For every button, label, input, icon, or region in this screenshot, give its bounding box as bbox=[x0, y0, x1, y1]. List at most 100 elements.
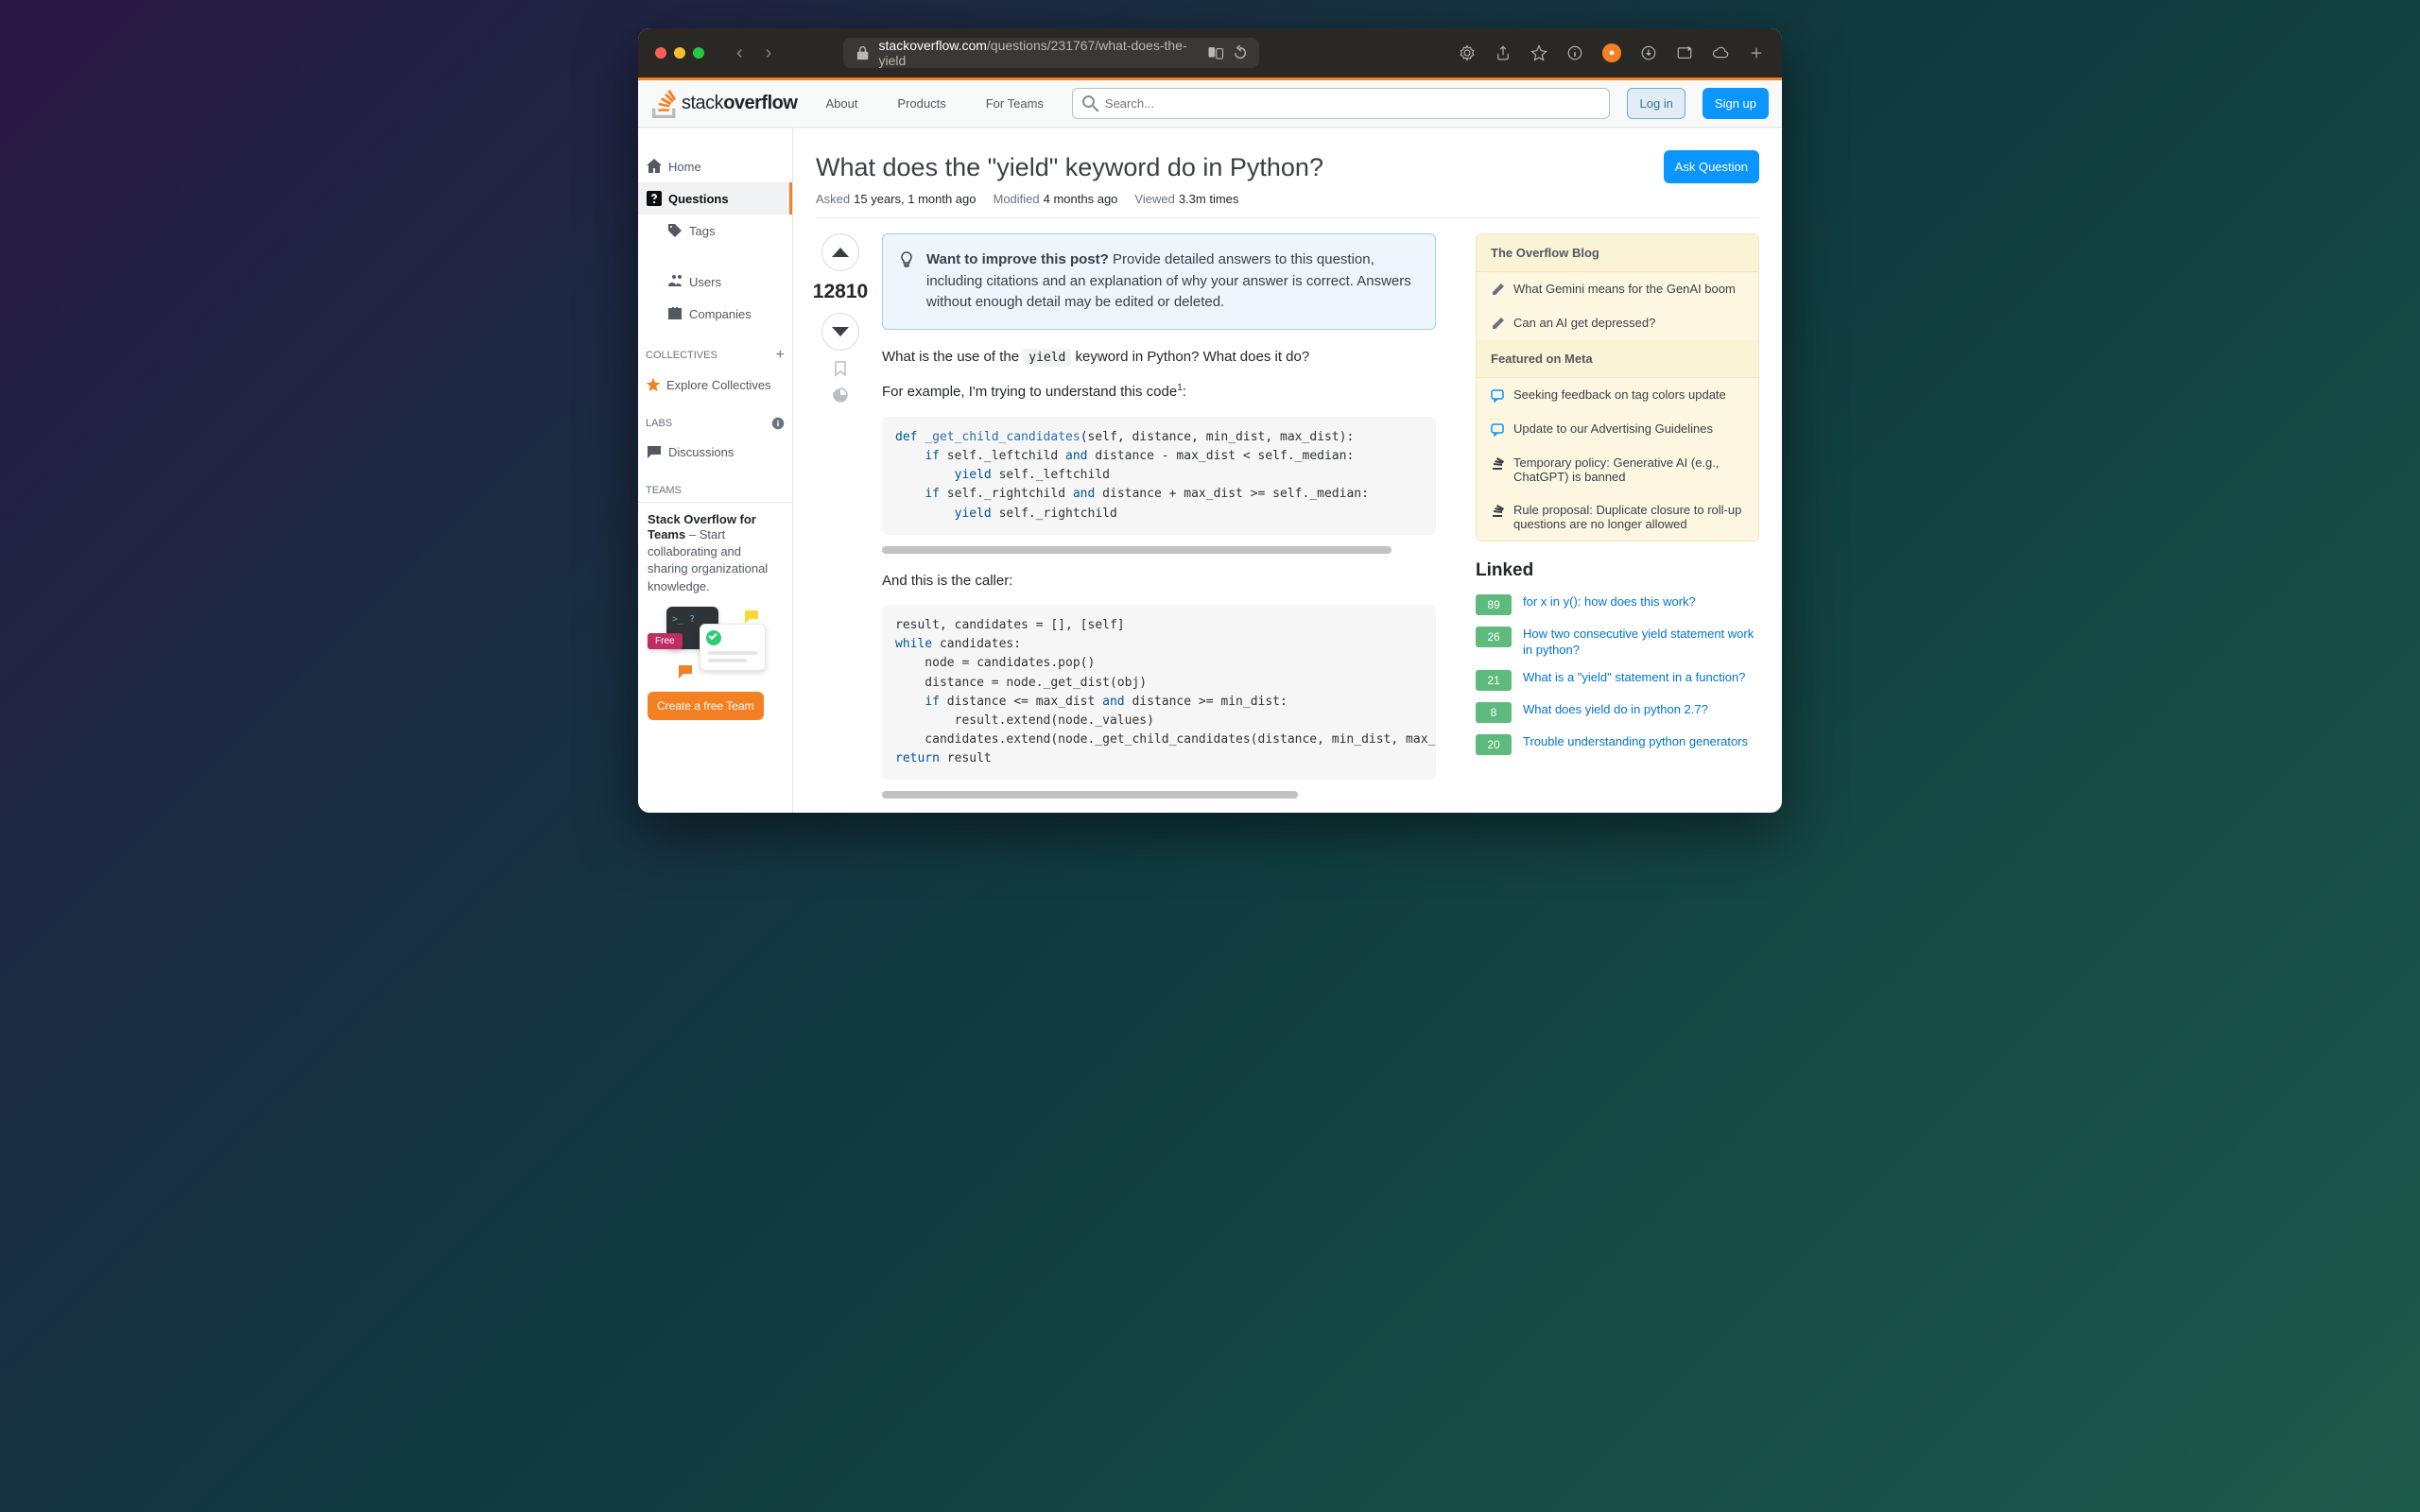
meta-item[interactable]: Seeking feedback on tag colors update bbox=[1477, 378, 1758, 412]
chat-bubble-yellow-icon bbox=[742, 609, 761, 626]
labs-header: LABS bbox=[638, 400, 792, 436]
viewed-value: 3.3m times bbox=[1179, 192, 1239, 206]
chrome-toolbar-icons: ● bbox=[1459, 43, 1765, 62]
asked-label: Asked bbox=[816, 192, 850, 206]
question-meta: Asked15 years, 1 month ago Modified4 mon… bbox=[816, 192, 1759, 218]
linked-score: 8 bbox=[1476, 702, 1512, 723]
sidebar-home[interactable]: Home bbox=[638, 150, 792, 182]
share-icon[interactable] bbox=[1495, 44, 1512, 61]
post-body: Want to improve this post? Provide detai… bbox=[882, 233, 1436, 813]
maximize-window-button[interactable] bbox=[693, 47, 704, 59]
bookmark-icon[interactable] bbox=[832, 360, 849, 377]
forward-button[interactable]: › bbox=[758, 43, 780, 64]
code-block-1: def _get_child_candidates(self, distance… bbox=[882, 417, 1436, 535]
create-team-button[interactable]: Create a free Team bbox=[648, 692, 764, 720]
pencil-icon bbox=[1491, 318, 1504, 331]
plus-icon[interactable] bbox=[1748, 44, 1765, 61]
sidebar-companies[interactable]: Companies bbox=[638, 298, 792, 330]
improve-bold: Want to improve this post? bbox=[926, 251, 1109, 267]
sidebar-questions[interactable]: Questions bbox=[638, 182, 792, 215]
add-collective-icon[interactable]: + bbox=[776, 347, 785, 364]
minimize-window-button[interactable] bbox=[674, 47, 685, 59]
star-icon[interactable] bbox=[1530, 44, 1547, 61]
nav-for-teams[interactable]: For Teams bbox=[975, 91, 1055, 116]
code1-scrollbar[interactable] bbox=[882, 546, 1392, 554]
collective-star-icon bbox=[646, 377, 661, 392]
question-title: What does the "yield" keyword do in Pyth… bbox=[816, 150, 1323, 184]
history-icon[interactable] bbox=[832, 387, 849, 404]
viewed-label: Viewed bbox=[1134, 192, 1174, 206]
modified-value: 4 months ago bbox=[1044, 192, 1118, 206]
reload-icon[interactable] bbox=[1233, 44, 1248, 61]
ask-question-button[interactable]: Ask Question bbox=[1664, 150, 1759, 183]
signup-button[interactable]: Sign up bbox=[1703, 88, 1769, 119]
code-block-2: result, candidates = [], [self] while ca… bbox=[882, 605, 1436, 780]
info-small-icon[interactable] bbox=[771, 417, 785, 430]
main-content: What does the "yield" keyword do in Pyth… bbox=[793, 128, 1782, 813]
sidebar-users[interactable]: Users bbox=[638, 266, 792, 298]
linked-link[interactable]: Trouble understanding python generators bbox=[1523, 734, 1748, 750]
nav-products[interactable]: Products bbox=[886, 91, 957, 116]
linked-score: 21 bbox=[1476, 670, 1512, 691]
page-body: Home Questions Tags Users Companies COLL… bbox=[638, 128, 1782, 813]
search-box[interactable] bbox=[1072, 88, 1611, 119]
linked-link[interactable]: How two consecutive yield statement work… bbox=[1523, 627, 1759, 659]
site-header: stackoverflow About Products For Teams L… bbox=[638, 80, 1782, 128]
linked-item: 89 for x in y(): how does this work? bbox=[1476, 594, 1759, 615]
info-icon[interactable] bbox=[1566, 44, 1583, 61]
download-icon[interactable] bbox=[1640, 44, 1657, 61]
sidebar-tags[interactable]: Tags bbox=[638, 215, 792, 247]
questions-icon bbox=[646, 190, 663, 207]
blog-item[interactable]: Can an AI get depressed? bbox=[1477, 306, 1758, 340]
tag-icon bbox=[666, 222, 683, 239]
downvote-button[interactable] bbox=[821, 313, 859, 351]
translate-icon[interactable] bbox=[1206, 44, 1225, 61]
users-icon bbox=[666, 273, 683, 290]
cloud-icon[interactable] bbox=[1712, 44, 1729, 61]
sidebar-explore-collectives[interactable]: Explore Collectives bbox=[638, 369, 792, 400]
logo-text: stackoverflow bbox=[682, 93, 797, 114]
back-button[interactable]: ‹ bbox=[729, 43, 751, 64]
lock-icon bbox=[855, 44, 871, 61]
chat-bubble-orange-icon bbox=[676, 663, 695, 680]
linked-item: 21 What is a "yield" statement in a func… bbox=[1476, 670, 1759, 691]
linked-item: 20 Trouble understanding python generato… bbox=[1476, 734, 1759, 755]
question-header: What does the "yield" keyword do in Pyth… bbox=[816, 150, 1759, 184]
blog-item[interactable]: What Gemini means for the GenAI boom bbox=[1477, 272, 1758, 306]
collectives-header: COLLECTIVES + bbox=[638, 330, 792, 369]
stackoverflow-logo[interactable]: stackoverflow bbox=[651, 90, 797, 118]
search-input[interactable] bbox=[1105, 96, 1600, 111]
linked-link[interactable]: What is a "yield" statement in a functio… bbox=[1523, 670, 1745, 686]
meta-item[interactable]: Temporary policy: Generative AI (e.g., C… bbox=[1477, 446, 1758, 493]
teams-promo: Stack Overflow for Teams – Start collabo… bbox=[638, 502, 792, 730]
url-bar[interactable]: stackoverflow.com/questions/231767/what-… bbox=[843, 38, 1259, 68]
profile-avatar-icon[interactable]: ● bbox=[1602, 43, 1621, 62]
meta-item[interactable]: Update to our Advertising Guidelines bbox=[1477, 412, 1758, 446]
nav-about[interactable]: About bbox=[814, 91, 869, 116]
linked-score: 89 bbox=[1476, 594, 1512, 615]
sidebar-discussions[interactable]: Discussions bbox=[638, 436, 792, 468]
body-p1: What is the use of the yield keyword in … bbox=[882, 347, 1436, 369]
right-sidebar: The Overflow Blog What Gemini means for … bbox=[1476, 233, 1759, 813]
teams-header: TEAMS bbox=[638, 468, 792, 502]
linked-link[interactable]: for x in y(): how does this work? bbox=[1523, 594, 1696, 610]
upvote-button[interactable] bbox=[821, 233, 859, 271]
edit-icon[interactable] bbox=[1676, 44, 1693, 61]
body-p2: For example, I'm trying to understand th… bbox=[882, 381, 1436, 404]
browser-chrome: ‹ › stackoverflow.com/questions/231767/w… bbox=[638, 28, 1782, 77]
traffic-lights bbox=[655, 47, 704, 59]
lightbulb-icon bbox=[898, 251, 915, 268]
briefcase-icon bbox=[666, 305, 683, 322]
close-window-button[interactable] bbox=[655, 47, 666, 59]
gear-icon[interactable] bbox=[1459, 44, 1476, 61]
linked-link[interactable]: What does yield do in python 2.7? bbox=[1523, 702, 1708, 718]
code2-scrollbar[interactable] bbox=[882, 791, 1298, 799]
linked-item: 8 What does yield do in python 2.7? bbox=[1476, 702, 1759, 723]
improve-banner: Want to improve this post? Provide detai… bbox=[882, 233, 1436, 330]
linked-item: 26 How two consecutive yield statement w… bbox=[1476, 627, 1759, 659]
meta-item[interactable]: Rule proposal: Duplicate closure to roll… bbox=[1477, 493, 1758, 541]
speech-icon bbox=[1491, 423, 1504, 437]
modified-label: Modified bbox=[994, 192, 1040, 206]
pencil-icon bbox=[1491, 284, 1504, 297]
login-button[interactable]: Log in bbox=[1627, 88, 1685, 119]
